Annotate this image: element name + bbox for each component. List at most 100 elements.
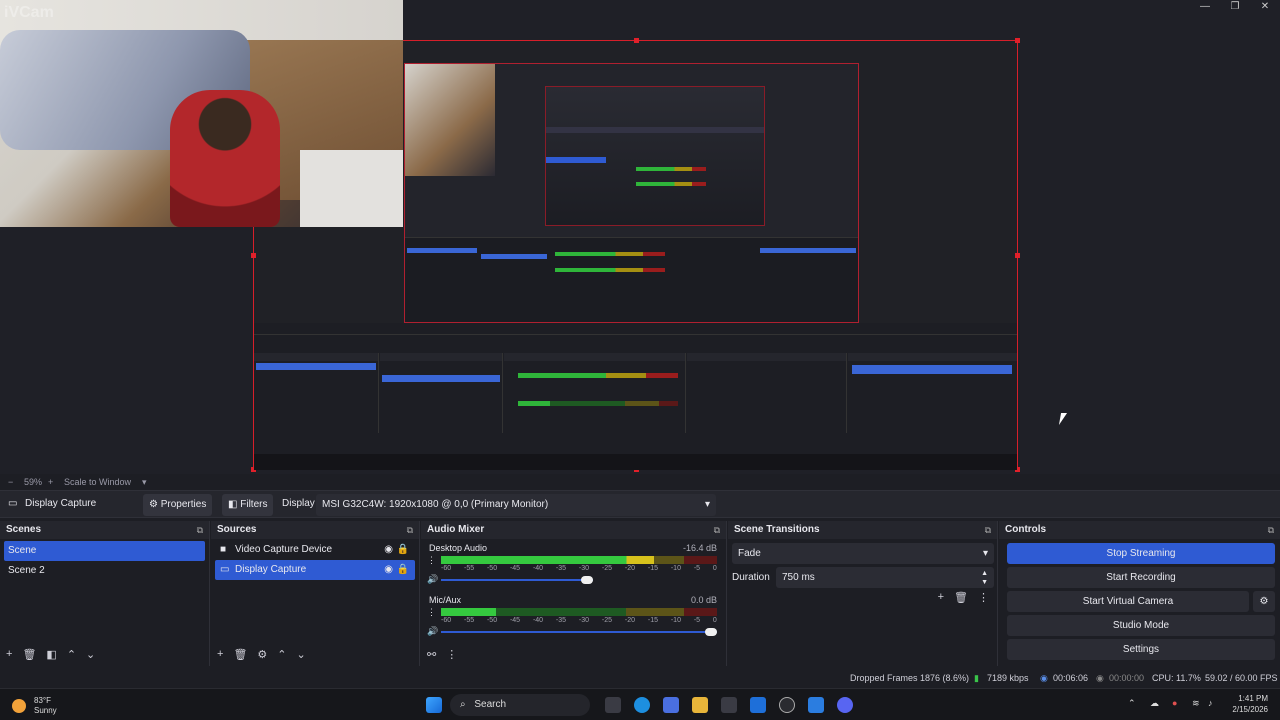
stop-streaming-button[interactable]: Stop Streaming xyxy=(1007,543,1275,564)
undock-icon[interactable]: ⧉ xyxy=(985,521,991,539)
scale-dropdown-icon[interactable]: ▾ xyxy=(142,477,147,488)
lock-icon[interactable]: 🔒 xyxy=(397,560,409,580)
minimize-icon[interactable]: — xyxy=(1190,0,1220,14)
volume-icon[interactable]: ♪ xyxy=(1208,698,1213,708)
scale-mode-label[interactable]: Scale to Window xyxy=(64,477,131,487)
move-down-icon[interactable]: ⌄ xyxy=(86,648,95,662)
resize-handle[interactable] xyxy=(1015,253,1020,258)
mic-icon[interactable]: ● xyxy=(1172,698,1177,708)
move-up-icon[interactable]: ⌃ xyxy=(277,648,286,662)
volume-slider[interactable] xyxy=(441,631,717,633)
undock-icon[interactable]: ⧉ xyxy=(1268,521,1274,539)
add-icon[interactable]: + xyxy=(938,591,944,604)
preview-canvas[interactable]: — ❐ ✕ iVCam xyxy=(0,0,1280,474)
scene-item[interactable]: Scene xyxy=(4,541,205,561)
volume-slider-knob[interactable] xyxy=(580,576,593,584)
eye-icon[interactable]: ◉ xyxy=(384,560,393,580)
scene-transitions-dock: Scene Transitions ⧉ Fade ▾ Duration 750 m… xyxy=(728,521,998,666)
trash-icon[interactable]: 🗑 xyxy=(954,591,968,604)
filter-icon[interactable]: ◧ xyxy=(46,648,56,662)
zoom-out-icon[interactable]: − xyxy=(8,477,13,487)
scene-item[interactable]: Scene 2 xyxy=(4,561,205,581)
task-view-icon[interactable] xyxy=(605,697,621,713)
source-item[interactable]: ■ Video Capture Device ◉ 🔒 xyxy=(215,540,415,560)
record-icon: ◉ xyxy=(1096,673,1104,683)
gear-icon[interactable]: ⚙ xyxy=(257,648,267,662)
source-item[interactable]: ▭ Display Capture ◉ 🔒 xyxy=(215,560,415,580)
file-explorer-icon[interactable] xyxy=(692,697,708,713)
duration-label: Duration xyxy=(732,572,770,583)
kebab-menu-icon[interactable]: ⋮ xyxy=(427,607,436,618)
nested-obs-window xyxy=(254,323,1017,470)
app-icon[interactable] xyxy=(808,697,824,713)
copilot-icon[interactable] xyxy=(663,697,679,713)
link-icon[interactable]: ⚯ xyxy=(427,648,436,662)
add-icon[interactable]: + xyxy=(6,648,12,662)
speaker-icon[interactable]: 🔊 xyxy=(427,574,438,585)
move-up-icon[interactable]: ⌃ xyxy=(67,648,76,662)
maximize-icon[interactable]: ❐ xyxy=(1220,0,1250,14)
volume-meter xyxy=(441,556,717,564)
scale-tick-label: -45 xyxy=(509,565,521,572)
undock-icon[interactable]: ⧉ xyxy=(407,521,413,539)
dock-title: Scene Transitions ⧉ xyxy=(728,521,997,539)
wifi-icon[interactable]: ≋ xyxy=(1192,698,1200,709)
taskbar-search[interactable]: ⌕ Search xyxy=(450,694,590,716)
scale-tick-label: 0 xyxy=(712,617,717,624)
edge-icon[interactable] xyxy=(634,697,650,713)
lock-icon[interactable]: 🔒 xyxy=(397,540,409,560)
kebab-menu-icon[interactable]: ⋮ xyxy=(446,648,457,662)
chevron-up-icon[interactable]: ⌃ xyxy=(1128,698,1136,709)
obs-icon[interactable] xyxy=(779,697,795,713)
gear-icon: ⚙ xyxy=(149,499,158,510)
spin-arrows-icon[interactable]: ▲ ▼ xyxy=(981,569,988,587)
add-icon[interactable]: + xyxy=(217,648,223,662)
display-select[interactable]: MSI G32C4W: 1920x1080 @ 0,0 (Primary Mon… xyxy=(316,494,716,516)
clock[interactable]: 1:41 PM 2/15/2026 xyxy=(1232,693,1268,715)
volume-slider-knob[interactable] xyxy=(705,628,717,636)
move-down-icon[interactable]: ⌄ xyxy=(297,648,306,662)
cloud-icon[interactable]: ☁ xyxy=(1150,698,1159,709)
resize-handle[interactable] xyxy=(1015,38,1020,43)
nested-webcam xyxy=(405,64,495,176)
app-icon[interactable] xyxy=(750,697,766,713)
webcam-source[interactable]: iVCam xyxy=(0,0,403,227)
eye-icon[interactable]: ◉ xyxy=(384,540,393,560)
windows-start-icon[interactable] xyxy=(426,697,442,713)
discord-icon[interactable] xyxy=(837,697,853,713)
virtual-camera-gear-icon[interactable]: ⚙ xyxy=(1253,591,1275,612)
scale-tick-label: -50 xyxy=(486,565,498,572)
speaker-icon[interactable]: 🔊 xyxy=(427,626,438,637)
properties-button[interactable]: ⚙ Properties xyxy=(143,494,213,516)
close-icon[interactable]: ✕ xyxy=(1250,0,1280,14)
zoom-in-icon[interactable]: + xyxy=(48,477,53,487)
stream-icon: ◉ xyxy=(1040,673,1048,683)
meter-level xyxy=(441,608,497,616)
resize-handle[interactable] xyxy=(251,253,256,258)
resize-handle[interactable] xyxy=(634,38,639,43)
meter-scale: -60 -55 -50 -45 -40 -35 -30 -25 -20 -15 -10 -5 0 xyxy=(441,565,717,572)
start-virtual-camera-button[interactable]: Start Virtual Camera xyxy=(1007,591,1249,612)
duration-spinbox[interactable]: 750 ms ▲ ▼ xyxy=(776,567,994,588)
scale-tick-label: -30 xyxy=(578,565,590,572)
filters-button[interactable]: ◧ Filters xyxy=(222,494,274,516)
sun-icon xyxy=(12,699,26,713)
undock-icon[interactable]: ⧉ xyxy=(714,521,720,539)
studio-mode-button[interactable]: Studio Mode xyxy=(1007,615,1275,636)
trash-icon[interactable]: 🗑 xyxy=(22,648,36,662)
kebab-menu-icon[interactable]: ⋮ xyxy=(978,591,989,604)
selected-source-name: Display Capture xyxy=(25,498,97,509)
dock-title: Sources ⧉ xyxy=(211,521,419,539)
settings-button[interactable]: Settings xyxy=(1007,639,1275,660)
volume-slider[interactable] xyxy=(441,579,593,581)
start-recording-button[interactable]: Start Recording xyxy=(1007,567,1275,588)
scale-tick-label: -40 xyxy=(532,617,544,624)
scale-tick-label: -5 xyxy=(693,617,701,624)
dropped-frames: Dropped Frames 1876 (8.6%) xyxy=(850,673,970,683)
trash-icon[interactable]: 🗑 xyxy=(233,648,247,662)
undock-icon[interactable]: ⧉ xyxy=(197,521,203,539)
transition-select[interactable]: Fade ▾ xyxy=(732,543,994,564)
store-icon[interactable] xyxy=(721,697,737,713)
dock-title: Controls ⧉ xyxy=(999,521,1280,539)
kebab-menu-icon[interactable]: ⋮ xyxy=(427,555,436,566)
